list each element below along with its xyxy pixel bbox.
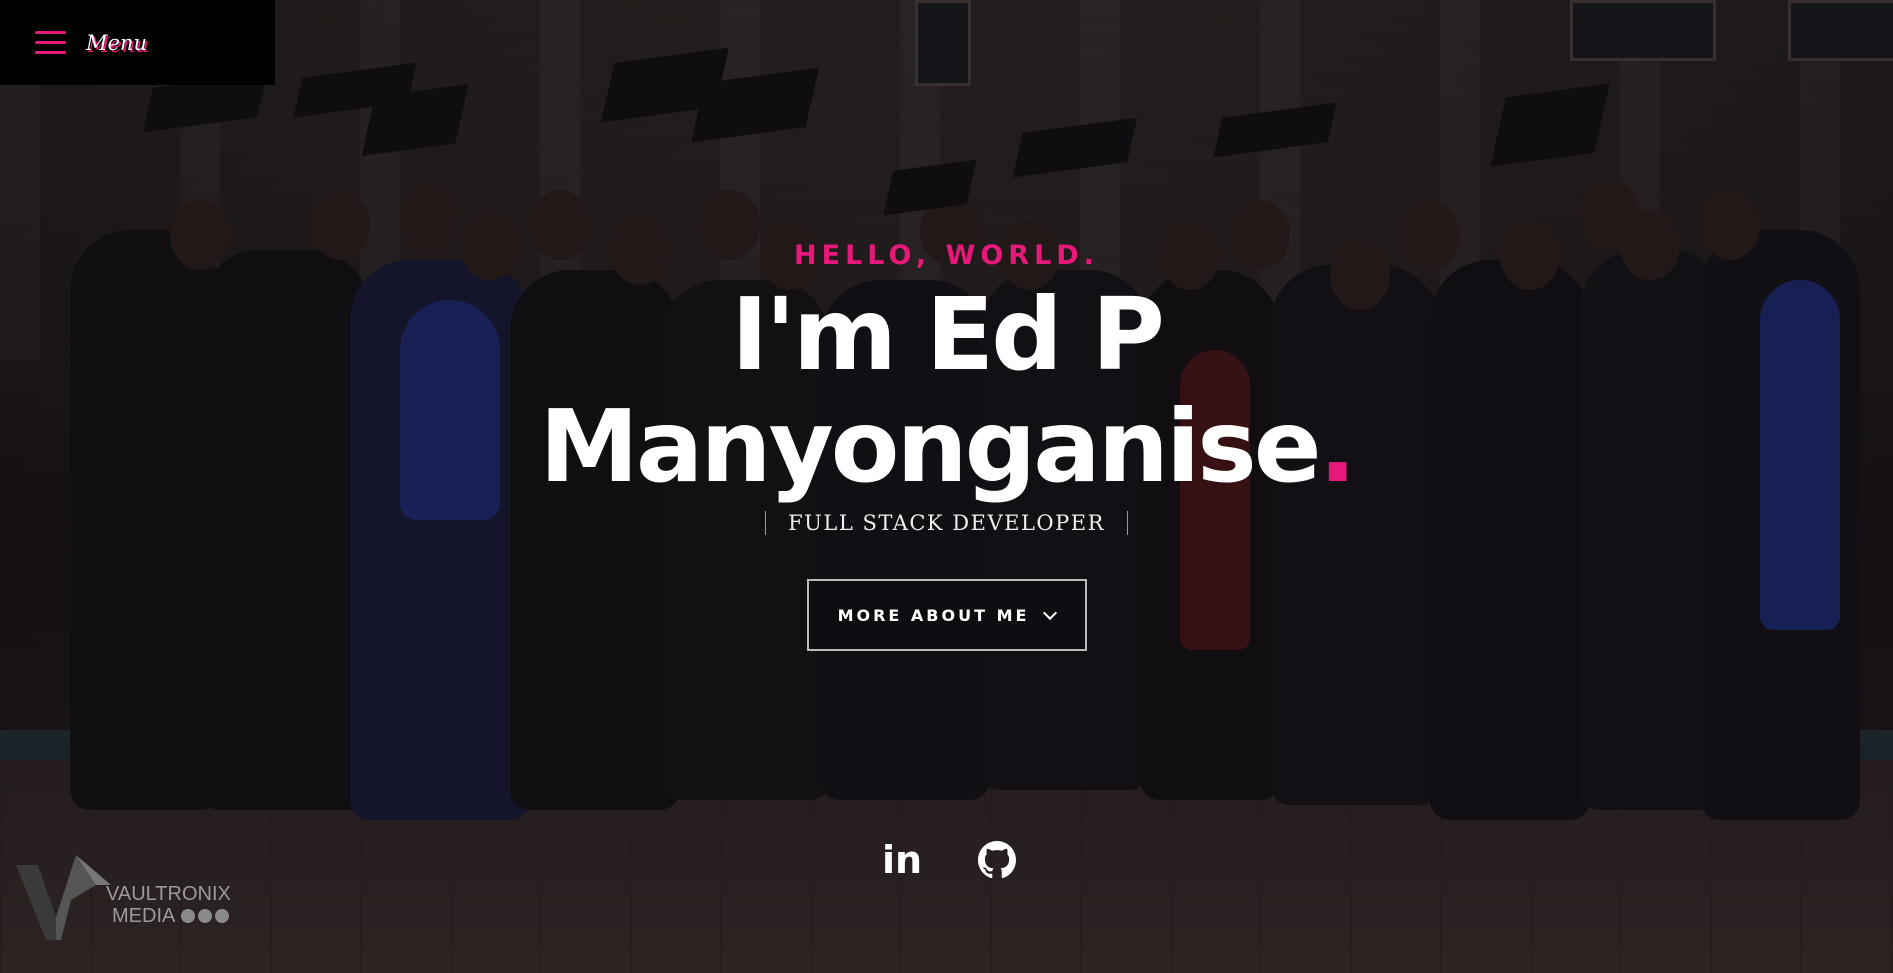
menu-toggle-button[interactable]: Menu — [0, 0, 275, 85]
role-text: FULL STACK DEVELOPER — [788, 511, 1105, 535]
menu-label: Menu — [86, 30, 147, 55]
vaultronix-watermark: VAULTRONIX MEDIA — [16, 845, 256, 945]
social-links: in — [0, 838, 1893, 888]
role-divider-right — [1126, 511, 1128, 535]
hero-intro: HELLO, WORLD. I'm Ed P Manyonganise. FUL… — [0, 240, 1893, 651]
greeting-text: HELLO, WORLD. — [794, 240, 1099, 271]
watermark-text: VAULTRONIX MEDIA — [106, 883, 232, 928]
github-link[interactable] — [975, 838, 1019, 882]
name-line-2: Manyonganise. — [0, 391, 1893, 503]
role-divider-left — [765, 511, 767, 535]
watermark-line-1: VAULTRONIX — [106, 883, 231, 905]
role-tagline: FULL STACK DEVELOPER — [743, 511, 1150, 535]
hero-section: Menu HELLO, WORLD. I'm Ed P Manyonganise… — [0, 0, 1893, 973]
watermark-social-icons — [181, 906, 232, 928]
vaultronix-logo-icon — [16, 855, 111, 940]
name-line-1: I'm Ed P — [731, 276, 1165, 393]
name-period: . — [1318, 388, 1357, 505]
linkedin-icon: in — [881, 838, 923, 882]
chevron-down-icon — [1043, 605, 1058, 620]
hamburger-menu-icon — [35, 30, 66, 55]
more-about-me-button[interactable]: MORE ABOUT ME — [806, 579, 1087, 651]
more-about-me-label: MORE ABOUT ME — [837, 605, 1030, 625]
github-icon — [978, 841, 1016, 879]
watermark-line-2: MEDIA — [112, 905, 176, 927]
name-surname: Manyonganise — [539, 388, 1321, 505]
hero-name: I'm Ed P Manyonganise. — [0, 279, 1893, 503]
linkedin-link[interactable]: in — [880, 838, 924, 882]
